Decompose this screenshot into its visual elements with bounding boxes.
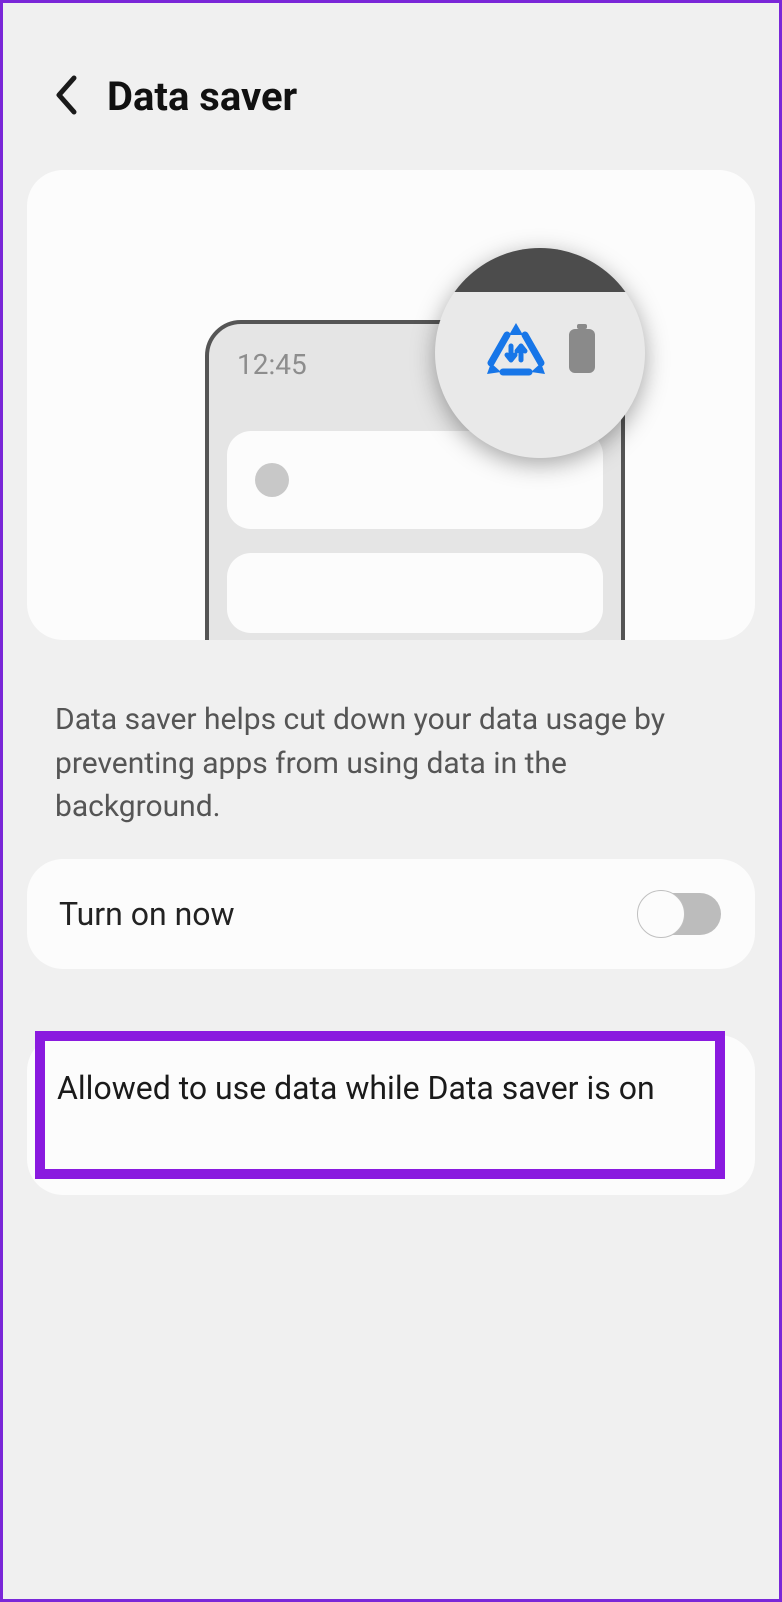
- header: Data saver: [3, 3, 779, 170]
- battery-icon: [567, 324, 597, 378]
- phone-notification: [227, 553, 603, 633]
- magnifier-circle: [435, 248, 645, 458]
- back-icon[interactable]: [53, 75, 79, 119]
- notification-dot: [255, 463, 289, 497]
- data-saver-icon: [483, 318, 549, 384]
- toggle-switch[interactable]: [639, 893, 721, 935]
- allowed-apps-label: Allowed to use data while Data saver is …: [27, 1035, 755, 1111]
- toggle-label: Turn on now: [59, 895, 235, 933]
- allowed-apps-row[interactable]: Allowed to use data while Data saver is …: [27, 1035, 755, 1195]
- description-text: Data saver helps cut down your data usag…: [3, 640, 779, 859]
- page-title: Data saver: [107, 73, 297, 120]
- turn-on-now-row[interactable]: Turn on now: [27, 859, 755, 969]
- illustration-card: 12:45: [27, 170, 755, 640]
